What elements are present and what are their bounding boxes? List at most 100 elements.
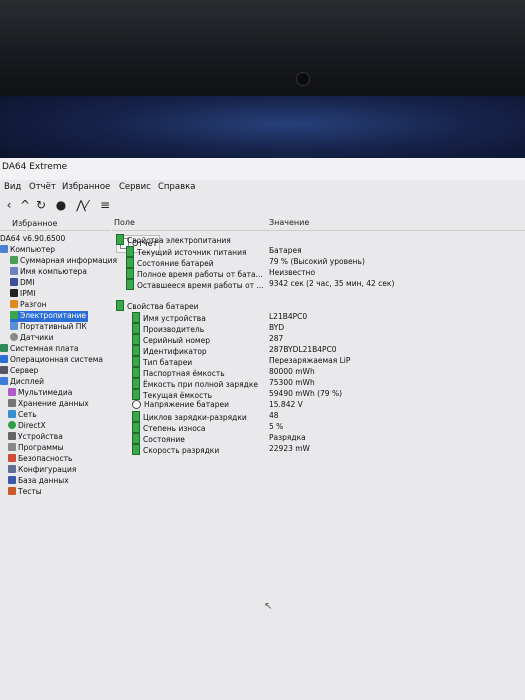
menu-report[interactable]: Отчёт [29, 182, 56, 192]
menu-bar: Вид Отчёт Избранное Сервис Справка [0, 180, 525, 196]
name-icon [10, 267, 18, 275]
mouse-cursor-icon: ↖ [264, 601, 273, 612]
field-value: Неизвестно [269, 268, 316, 277]
tree-tests[interactable]: Тесты [8, 487, 42, 498]
tree-database[interactable]: База данных [8, 476, 69, 487]
tree-storage[interactable]: Хранение данных [8, 399, 89, 410]
menu-lines-icon[interactable]: ≡ [98, 198, 112, 212]
table-row[interactable]: Полное время работы от бата... [126, 268, 263, 279]
table-row[interactable]: Тип батареи [132, 356, 192, 367]
title-bar: DA64 Extreme [0, 158, 525, 180]
table-row[interactable]: Идентификатор [132, 345, 207, 356]
menu-view[interactable]: Вид [4, 182, 21, 192]
field-label: Тип батареи [143, 358, 193, 367]
tree-summary[interactable]: Суммарная информация [10, 256, 117, 267]
field-value: Батарея [269, 246, 302, 255]
menu-favorites[interactable]: Избранное [62, 182, 110, 192]
tree-label: Сервер [10, 366, 39, 375]
config-icon [8, 465, 16, 473]
database-icon [8, 476, 16, 484]
battery-icon [132, 411, 140, 422]
sidebar-tree: Избранное DA64 v6.90.6500 Компьютер Сумм… [0, 216, 117, 700]
sidebar-header: Избранное [0, 216, 110, 231]
field-label: Ёмкость при полной зарядке [143, 380, 258, 389]
tree-label: Устройства [18, 432, 63, 441]
battery-icon [132, 345, 140, 356]
sensor-icon [10, 333, 18, 341]
refresh-icon[interactable]: ↻ [34, 198, 48, 212]
table-row[interactable]: Серийный номер [132, 334, 210, 345]
battery-icon [132, 334, 140, 345]
tree-label: Портативный ПК [20, 322, 87, 331]
column-field[interactable]: Поле [114, 218, 135, 227]
laptop-bezel [0, 0, 525, 100]
table-row[interactable]: Паспортная ёмкость [132, 367, 225, 378]
tree-ipmi[interactable]: IPMI [10, 289, 35, 300]
tree-label: Дисплей [10, 377, 45, 386]
field-label: Паспортная ёмкость [143, 369, 225, 378]
tree-portable[interactable]: Портативный ПК [10, 322, 87, 333]
tree-network[interactable]: Сеть [8, 410, 37, 421]
table-row[interactable]: Степень износа [132, 422, 206, 433]
version-label: DA64 v6.90.6500 [0, 234, 66, 243]
battery-icon [132, 356, 140, 367]
user-icon[interactable]: ● [54, 198, 68, 212]
tree-motherboard[interactable]: Системная плата [0, 344, 79, 355]
tree-programs[interactable]: Программы [8, 443, 64, 454]
tree-label: Хранение данных [18, 399, 89, 408]
tree-label: Программы [18, 443, 64, 452]
header-divider [112, 230, 525, 231]
battery-icon [126, 257, 134, 268]
table-row[interactable]: Напряжение батареи [132, 400, 229, 411]
table-row[interactable]: Текущая ёмкость [132, 389, 212, 400]
tree-display[interactable]: Дисплей [0, 377, 44, 388]
table-row[interactable]: Скорость разрядки [132, 444, 219, 455]
tree-dmi[interactable]: DMI [10, 278, 34, 289]
tree-server[interactable]: Сервер [0, 366, 38, 377]
field-label: Состояние [143, 435, 185, 444]
chart-icon[interactable]: ⋀⁄ [72, 198, 92, 212]
tree-label: Безопасность [18, 454, 73, 463]
tree-security[interactable]: Безопасность [8, 454, 72, 465]
tree-devices[interactable]: Устройства [8, 432, 63, 443]
field-label: Степень износа [143, 424, 206, 433]
tree-multimedia[interactable]: Мультимедиа [8, 388, 72, 399]
tree-config[interactable]: Конфигурация [8, 465, 76, 476]
field-label: Идентификатор [143, 347, 207, 356]
details-panel: Поле Значение Свойства электропитания Те… [112, 216, 525, 700]
battery-icon [126, 279, 134, 290]
table-row[interactable]: Имя устройства [132, 312, 206, 323]
field-value: 22923 mW [269, 444, 310, 453]
tree-sensors[interactable]: Датчики [10, 333, 54, 344]
menu-service[interactable]: Сервис [119, 182, 151, 192]
menu-help[interactable]: Справка [158, 182, 195, 192]
table-row[interactable]: Текущий источник питания [126, 246, 246, 257]
multimedia-icon [8, 388, 16, 396]
tree-computer[interactable]: Компьютер [0, 245, 55, 256]
battery-icon [132, 323, 140, 334]
field-label: Серийный номер [143, 336, 210, 345]
table-row[interactable]: Оставшееся время работы от ... [126, 279, 264, 290]
tree-overclock[interactable]: Разгон [10, 300, 47, 311]
back-icon[interactable]: ‹ [2, 198, 16, 212]
battery-icon [126, 246, 134, 257]
tree-os[interactable]: Операционная система [0, 355, 103, 366]
table-row[interactable]: Ёмкость при полной зарядке [132, 378, 258, 389]
column-value[interactable]: Значение [269, 218, 309, 227]
field-value: Перезаряжаемая LiP [269, 356, 351, 365]
tree-power[interactable]: Электропитание [10, 311, 89, 322]
table-row[interactable]: Производитель [132, 323, 204, 334]
group-label: Свойства электропитания [127, 236, 231, 245]
up-icon[interactable]: ^ [18, 198, 32, 212]
motherboard-icon [0, 344, 8, 352]
tree-label: Конфигурация [18, 465, 77, 474]
table-row[interactable]: Состояние [132, 433, 185, 444]
ipmi-icon [10, 289, 18, 297]
app-window: DA64 Extreme Вид Отчёт Избранное Сервис … [0, 158, 525, 700]
table-row[interactable]: Циклов зарядки-разрядки [132, 411, 247, 422]
table-row[interactable]: Состояние батарей [126, 257, 214, 268]
tree-computer-name[interactable]: Имя компьютера [10, 267, 87, 278]
tree-label: Разгон [20, 300, 47, 309]
tree-label: Операционная система [10, 355, 104, 364]
tree-directx[interactable]: DirectX [8, 421, 46, 432]
